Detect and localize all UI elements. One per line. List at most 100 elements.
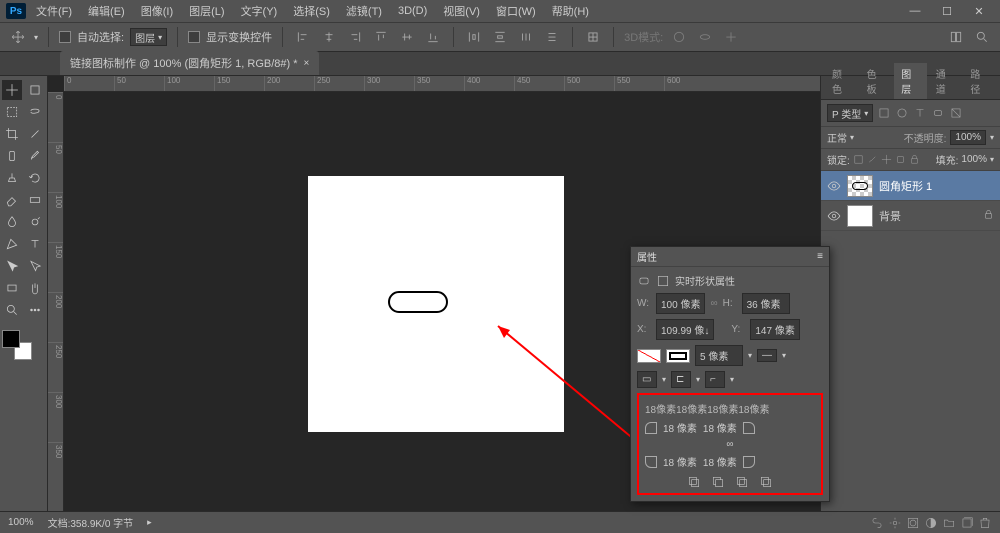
menu-file[interactable]: 文件(F) — [30, 1, 78, 21]
filter-smart-icon[interactable] — [949, 106, 963, 120]
path-subtract-icon[interactable] — [711, 475, 725, 489]
align-top-icon[interactable] — [371, 27, 391, 47]
delete-layer-icon[interactable] — [978, 516, 992, 530]
menu-filter[interactable]: 滤镜(T) — [340, 1, 388, 21]
workspace-switcher-icon[interactable] — [946, 27, 966, 47]
rounded-rectangle-shape[interactable] — [388, 291, 448, 313]
stroke-corner-dropdown[interactable]: ⌐ — [705, 371, 725, 388]
dodge-tool[interactable] — [25, 212, 45, 232]
height-field[interactable]: 36 像素 — [742, 293, 790, 314]
opacity-value[interactable]: 100% — [950, 130, 986, 145]
type-tool[interactable] — [25, 234, 45, 254]
lasso-tool[interactable] — [25, 102, 45, 122]
spot-heal-tool[interactable] — [2, 146, 22, 166]
blend-mode-dropdown[interactable]: 正常 ▾ — [827, 130, 900, 145]
menu-select[interactable]: 选择(S) — [287, 1, 336, 21]
panel-tab-color[interactable]: 颜色 — [825, 63, 858, 99]
chevron-down-icon[interactable]: ▾ — [748, 351, 752, 360]
search-icon[interactable] — [972, 27, 992, 47]
lock-pixels-icon[interactable] — [867, 154, 878, 165]
crop-tool[interactable] — [2, 124, 22, 144]
3d-pan-icon[interactable] — [721, 27, 741, 47]
link-layers-icon[interactable] — [870, 516, 884, 530]
auto-select-target-dropdown[interactable]: 图层 ▾ — [130, 28, 167, 46]
foreground-color-swatch[interactable] — [2, 330, 20, 348]
3d-rotate-icon[interactable] — [669, 27, 689, 47]
status-arrow-icon[interactable]: ▸ — [147, 517, 152, 528]
chevron-down-icon[interactable]: ▾ — [662, 375, 666, 384]
menu-image[interactable]: 图像(I) — [135, 1, 179, 21]
menu-type[interactable]: 文字(Y) — [235, 1, 284, 21]
edit-toolbar-icon[interactable] — [25, 300, 45, 320]
new-layer-icon[interactable] — [960, 516, 974, 530]
panel-tab-layers[interactable]: 图层 — [894, 63, 927, 99]
menu-help[interactable]: 帮助(H) — [546, 1, 595, 21]
panel-menu-icon[interactable]: ≡ — [817, 251, 823, 262]
visibility-toggle-icon[interactable] — [827, 209, 841, 223]
chevron-down-icon[interactable]: ▾ — [782, 351, 786, 360]
align-vcenter-icon[interactable] — [397, 27, 417, 47]
fill-swatch[interactable] — [637, 349, 661, 363]
menu-edit[interactable]: 编辑(E) — [82, 1, 131, 21]
zoom-tool[interactable] — [2, 300, 22, 320]
corner-tl-field[interactable]: 18 像素 — [663, 420, 697, 435]
distribute-h2-icon[interactable] — [516, 27, 536, 47]
properties-panel[interactable]: 属性 ≡ 实时形状属性 W: 100 像素 ∞ H: 36 像素 X: 109.… — [630, 246, 830, 502]
add-mask-icon[interactable] — [906, 516, 920, 530]
marquee-tool[interactable] — [2, 102, 22, 122]
chevron-down-icon[interactable]: ▾ — [696, 375, 700, 384]
distribute-h-icon[interactable] — [464, 27, 484, 47]
show-transform-checkbox[interactable] — [188, 31, 200, 43]
lock-position-icon[interactable] — [881, 154, 892, 165]
document-tab[interactable]: 链接图标制作 @ 100% (圆角矩形 1, RGB/8#) * × — [60, 51, 319, 75]
corner-tr-field[interactable]: 18 像素 — [703, 420, 737, 435]
path-combine-icon[interactable] — [687, 475, 701, 489]
menu-3d[interactable]: 3D(D) — [392, 3, 433, 19]
properties-header[interactable]: 属性 ≡ — [631, 247, 829, 267]
clone-stamp-tool[interactable] — [2, 168, 22, 188]
panel-tab-paths[interactable]: 路径 — [963, 63, 996, 99]
move-tool-icon[interactable] — [8, 27, 28, 47]
hand-tool[interactable] — [25, 278, 45, 298]
x-field[interactable]: 109.99 像↓ — [656, 319, 714, 340]
artboard[interactable] — [308, 176, 564, 432]
filter-adj-icon[interactable] — [895, 106, 909, 120]
menu-layer[interactable]: 图层(L) — [183, 1, 230, 21]
close-button[interactable]: ✕ — [968, 5, 990, 18]
lock-nested-icon[interactable] — [895, 154, 906, 165]
ruler-vertical[interactable]: 0 50 100 150 200 250 300 350 — [48, 92, 64, 511]
maximize-button[interactable]: ☐ — [936, 5, 958, 18]
corner-bl-field[interactable]: 18 像素 — [663, 454, 697, 469]
panel-tab-swatches[interactable]: 色板 — [860, 63, 893, 99]
artboard-tool[interactable] — [25, 80, 45, 100]
panel-tab-channels[interactable]: 通道 — [929, 63, 962, 99]
chevron-down-icon[interactable]: ▾ — [990, 155, 994, 164]
align-right-icon[interactable] — [345, 27, 365, 47]
lock-all-icon[interactable] — [909, 154, 920, 165]
stroke-type-dropdown[interactable]: — — [757, 349, 777, 362]
auto-select-checkbox[interactable] — [59, 31, 71, 43]
chevron-down-icon[interactable]: ▾ — [990, 133, 994, 142]
link-corners-icon[interactable]: ∞ — [718, 439, 742, 450]
tool-preset-dropdown-icon[interactable]: ▾ — [34, 33, 38, 42]
3d-roll-icon[interactable] — [695, 27, 715, 47]
gradient-tool[interactable] — [25, 190, 45, 210]
stroke-width-field[interactable]: 5 像素 — [695, 345, 743, 366]
stroke-align-dropdown[interactable]: ▭ — [637, 371, 657, 388]
distribute-v2-icon[interactable] — [542, 27, 562, 47]
stroke-swatch[interactable] — [666, 349, 690, 363]
menu-window[interactable]: 窗口(W) — [490, 1, 542, 21]
distribute-v-icon[interactable] — [490, 27, 510, 47]
new-group-icon[interactable] — [942, 516, 956, 530]
pen-tool[interactable] — [2, 234, 22, 254]
stroke-cap-dropdown[interactable]: ⊏ — [671, 371, 691, 388]
align-hcenter-icon[interactable] — [319, 27, 339, 47]
path-select-tool[interactable] — [2, 256, 22, 276]
color-swatches[interactable] — [2, 330, 32, 360]
filter-shape-icon[interactable] — [931, 106, 945, 120]
width-field[interactable]: 100 像素 — [656, 293, 705, 314]
layer-kind-filter[interactable]: P 类型 ▾ — [827, 104, 873, 122]
rectangle-tool[interactable] — [2, 278, 22, 298]
ruler-horizontal[interactable]: 0 50 100 150 200 250 300 350 400 450 500… — [64, 76, 820, 92]
direct-select-tool[interactable] — [25, 256, 45, 276]
